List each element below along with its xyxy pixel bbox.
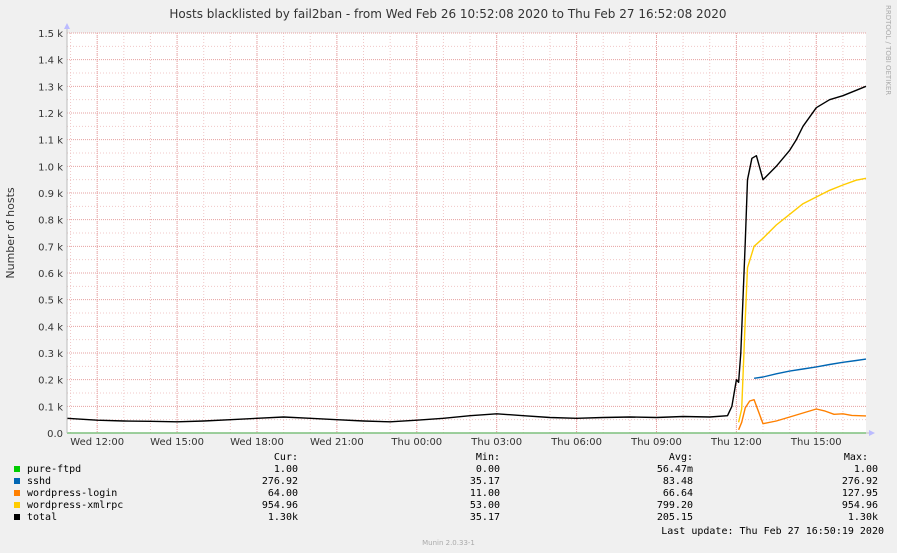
legend-min-value: 53.00 <box>469 500 500 511</box>
legend-row-wordpress-login: wordpress-login 64.00 11.00 66.64 127.95 <box>0 488 897 500</box>
x-tick-label: Wed 21:00 <box>310 437 364 448</box>
legend-header-max: Max: <box>843 452 868 463</box>
x-tick-label: Thu 00:00 <box>390 437 442 448</box>
legend-swatch <box>14 466 20 472</box>
legend-name: wordpress-xmlrpc <box>27 500 124 511</box>
legend-avg-value: 56.47m <box>656 464 693 475</box>
chart: 0.0 0.1 k 0.2 k 0.3 k 0.4 k 0.5 k 0.6 k 0.7 k 0.… <box>4 5 892 448</box>
x-tick-label: Thu 06:00 <box>550 437 602 448</box>
legend-avg-value: 799.20 <box>656 500 693 511</box>
legend-name: total <box>27 512 58 523</box>
legend-header-cur: Cur: <box>273 452 298 463</box>
legend-row-total: total 1.30k 35.17 205.15 1.30k <box>0 512 897 524</box>
legend-avg-value: 66.64 <box>662 488 693 499</box>
legend-avg-value: 83.48 <box>662 476 693 487</box>
x-tick-label: Thu 15:00 <box>790 437 842 448</box>
legend-avg-value: 205.15 <box>656 512 693 523</box>
y-tick-label: 0.0 <box>47 429 63 440</box>
legend-swatch <box>14 478 20 484</box>
legend-cur-value: 64.00 <box>267 488 298 499</box>
x-tick-label: Wed 12:00 <box>70 437 124 448</box>
x-tick-label: Thu 03:00 <box>470 437 522 448</box>
legend-swatch <box>14 490 20 496</box>
legend-max-value: 1.00 <box>853 464 878 475</box>
x-axis-arrow <box>869 430 875 436</box>
y-axis-label: Number of hosts <box>4 187 17 279</box>
y-tick-label: 0.5 k <box>38 296 63 307</box>
y-axis-arrow <box>64 23 70 29</box>
y-tick-label: 0.8 k <box>38 216 63 227</box>
watermark: RRDTOOL / TOBI OETIKER <box>884 5 892 95</box>
x-tick-label: Wed 15:00 <box>150 437 204 448</box>
legend-min-value: 35.17 <box>469 512 500 523</box>
last-update: Last update: Thu Feb 27 16:50:19 2020 <box>661 526 884 537</box>
legend-max-value: 127.95 <box>841 488 878 499</box>
x-tick-label: Wed 18:00 <box>230 437 284 448</box>
legend-max-value: 1.30k <box>847 512 878 523</box>
legend-name: wordpress-login <box>27 488 118 499</box>
legend-header-min: Min: <box>475 452 500 463</box>
legend-header: Cur: Min: Avg: Max: <box>0 452 897 464</box>
y-tick-label: 1.0 k <box>38 162 63 173</box>
legend-cur-value: 1.00 <box>273 464 298 475</box>
y-tick-label: 0.6 k <box>38 269 63 280</box>
legend-row-sshd: sshd 276.92 35.17 83.48 276.92 <box>0 476 897 488</box>
legend-max-value: 954.96 <box>841 500 878 511</box>
legend-min-value: 0.00 <box>475 464 500 475</box>
legend-cur-value: 954.96 <box>261 500 298 511</box>
footer-version: Munin 2.0.33-1 <box>422 539 475 547</box>
y-tick-label: 1.3 k <box>38 82 63 93</box>
chart-title: Hosts blacklisted by fail2ban - from Wed… <box>169 7 726 21</box>
legend-header-avg: Avg: <box>668 452 693 463</box>
legend-row-wordpress-xmlrpc: wordpress-xmlrpc 954.96 53.00 799.20 954.96 <box>0 500 897 512</box>
legend-row-pure-ftpd: pure-ftpd 1.00 0.00 56.47m 1.00 <box>0 464 897 476</box>
legend-min-value: 11.00 <box>469 488 500 499</box>
y-tick-label: 1.2 k <box>38 109 63 120</box>
y-tick-label: 1.5 k <box>38 29 63 40</box>
legend-swatch <box>14 514 20 520</box>
y-tick-label: 1.1 k <box>38 136 63 147</box>
legend-min-value: 35.17 <box>469 476 500 487</box>
legend-cur-value: 1.30k <box>267 512 298 523</box>
y-tick-label: 0.3 k <box>38 349 63 360</box>
y-tick-label: 0.7 k <box>38 242 63 253</box>
legend-name: pure-ftpd <box>27 464 82 475</box>
legend-max-value: 276.92 <box>841 476 878 487</box>
y-tick-label: 0.2 k <box>38 376 63 387</box>
legend-name: sshd <box>27 476 52 487</box>
y-tick-label: 0.9 k <box>38 189 63 200</box>
legend-cur-value: 276.92 <box>261 476 298 487</box>
y-tick-label: 0.1 k <box>38 402 63 413</box>
x-tick-label: Thu 09:00 <box>630 437 682 448</box>
y-tick-label: 0.4 k <box>38 322 63 333</box>
x-tick-label: Thu 12:00 <box>710 437 762 448</box>
legend-swatch <box>14 502 20 508</box>
y-tick-label: 1.4 k <box>38 56 63 67</box>
